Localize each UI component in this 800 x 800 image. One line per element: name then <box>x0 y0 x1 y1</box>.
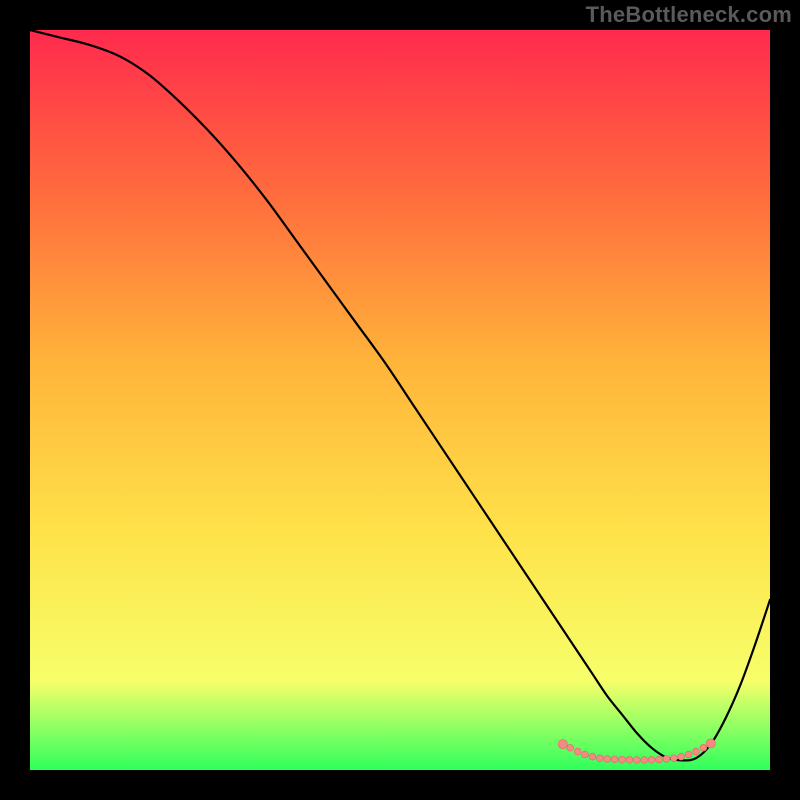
marker-dot <box>706 739 715 748</box>
marker-dot <box>656 756 663 763</box>
watermark-text: TheBottleneck.com <box>586 2 792 28</box>
marker-dot <box>626 756 633 763</box>
marker-dot <box>641 757 648 764</box>
marker-dot <box>663 756 670 763</box>
marker-dot <box>633 757 640 764</box>
marker-dot <box>693 748 700 755</box>
marker-dot <box>567 744 574 751</box>
marker-dot <box>582 751 589 758</box>
marker-dot <box>604 756 611 763</box>
marker-dot <box>574 748 581 755</box>
marker-dot <box>619 756 626 763</box>
marker-dot <box>558 740 567 749</box>
bottleneck-chart <box>0 0 800 800</box>
plot-area-gradient <box>30 30 770 770</box>
chart-container: TheBottleneck.com <box>0 0 800 800</box>
marker-dot <box>611 756 618 763</box>
marker-dot <box>678 753 685 760</box>
marker-dot <box>648 756 655 763</box>
marker-dot <box>589 753 596 760</box>
marker-dot <box>700 744 707 751</box>
marker-dot <box>685 751 692 758</box>
marker-dot <box>670 755 677 762</box>
marker-dot <box>596 755 603 762</box>
